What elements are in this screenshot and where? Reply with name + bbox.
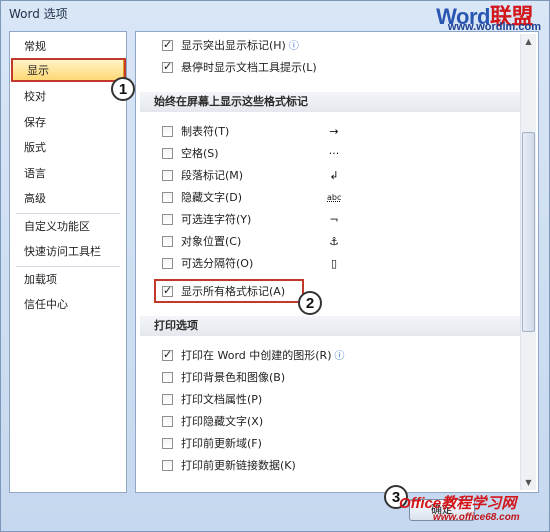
- checkbox[interactable]: [162, 59, 173, 75]
- checkbox[interactable]: [162, 347, 173, 363]
- nav-item-language[interactable]: 语言: [10, 163, 126, 185]
- callout-number-2: 2: [298, 291, 322, 315]
- options-content: 显示突出显示标记(H)ⓘ 悬停时显示文档工具提示(L) 始终在屏幕上显示这些格式…: [135, 31, 539, 493]
- hidden-text-symbol: abc: [327, 193, 342, 202]
- callout-number-1: 1: [111, 77, 135, 101]
- section-header-format-marks: 始终在屏幕上显示这些格式标记: [140, 92, 520, 112]
- nav-item-trust-center[interactable]: 信任中心: [10, 294, 126, 316]
- callout-highlight-show-all: [154, 279, 304, 303]
- checkbox[interactable]: [162, 394, 173, 405]
- section-header-print-options: 打印选项: [140, 316, 520, 336]
- checkbox[interactable]: [162, 372, 173, 383]
- checkbox[interactable]: [162, 460, 173, 471]
- checkbox[interactable]: [162, 214, 173, 225]
- scrollbar-thumb[interactable]: [522, 132, 535, 332]
- nav-divider: [16, 213, 120, 214]
- checkbox[interactable]: [162, 236, 173, 247]
- checkbox[interactable]: [162, 126, 173, 137]
- checkbox[interactable]: [162, 258, 173, 269]
- tab-mark-symbol: →: [329, 125, 339, 138]
- word-options-dialog: Word 选项 Word联盟 www.wordlm.com 常规 显示 校对 保…: [0, 0, 550, 532]
- anchor-icon: ⚓: [329, 235, 339, 248]
- checkbox[interactable]: [162, 192, 173, 203]
- nav-item-customize-ribbon[interactable]: 自定义功能区: [10, 216, 126, 238]
- checkbox[interactable]: [162, 438, 173, 449]
- nav-item-advanced[interactable]: 高级: [10, 188, 126, 210]
- title-bar: Word 选项 Word联盟 www.wordlm.com: [1, 1, 550, 33]
- category-nav: 常规 显示 校对 保存 版式 语言 高级 自定义功能区 快速访问工具栏 加载项 …: [9, 31, 127, 493]
- checkbox[interactable]: [162, 416, 173, 427]
- watermark-office-url: www.office68.com: [433, 512, 520, 523]
- callout-highlight-display: [11, 58, 126, 82]
- nav-item-layout[interactable]: 版式: [10, 137, 126, 159]
- scroll-up-icon[interactable]: ▲: [522, 35, 535, 48]
- watermark-office-brand: Office教程学习网: [399, 495, 517, 512]
- nav-item-general[interactable]: 常规: [10, 36, 126, 58]
- nav-item-quick-access-toolbar[interactable]: 快速访问工具栏: [10, 241, 126, 263]
- space-mark-symbol: ···: [328, 147, 340, 160]
- checkbox[interactable]: [162, 148, 173, 159]
- checkbox[interactable]: [162, 170, 173, 181]
- optional-break-symbol: ▯: [330, 257, 338, 270]
- optional-hyphen-symbol: ¬: [329, 213, 339, 226]
- nav-item-addins[interactable]: 加载项: [10, 269, 126, 291]
- vertical-scrollbar[interactable]: ▲ ▼: [520, 34, 536, 490]
- nav-item-save[interactable]: 保存: [10, 112, 126, 134]
- nav-divider: [16, 266, 120, 267]
- window-title: Word 选项: [9, 7, 68, 21]
- info-icon: ⓘ: [334, 351, 345, 362]
- nav-item-proofing[interactable]: 校对: [10, 86, 126, 108]
- info-icon: ⓘ: [288, 41, 299, 52]
- paragraph-mark-symbol: ↲: [329, 169, 339, 182]
- checkbox[interactable]: [162, 37, 173, 53]
- scroll-down-icon[interactable]: ▼: [522, 476, 535, 489]
